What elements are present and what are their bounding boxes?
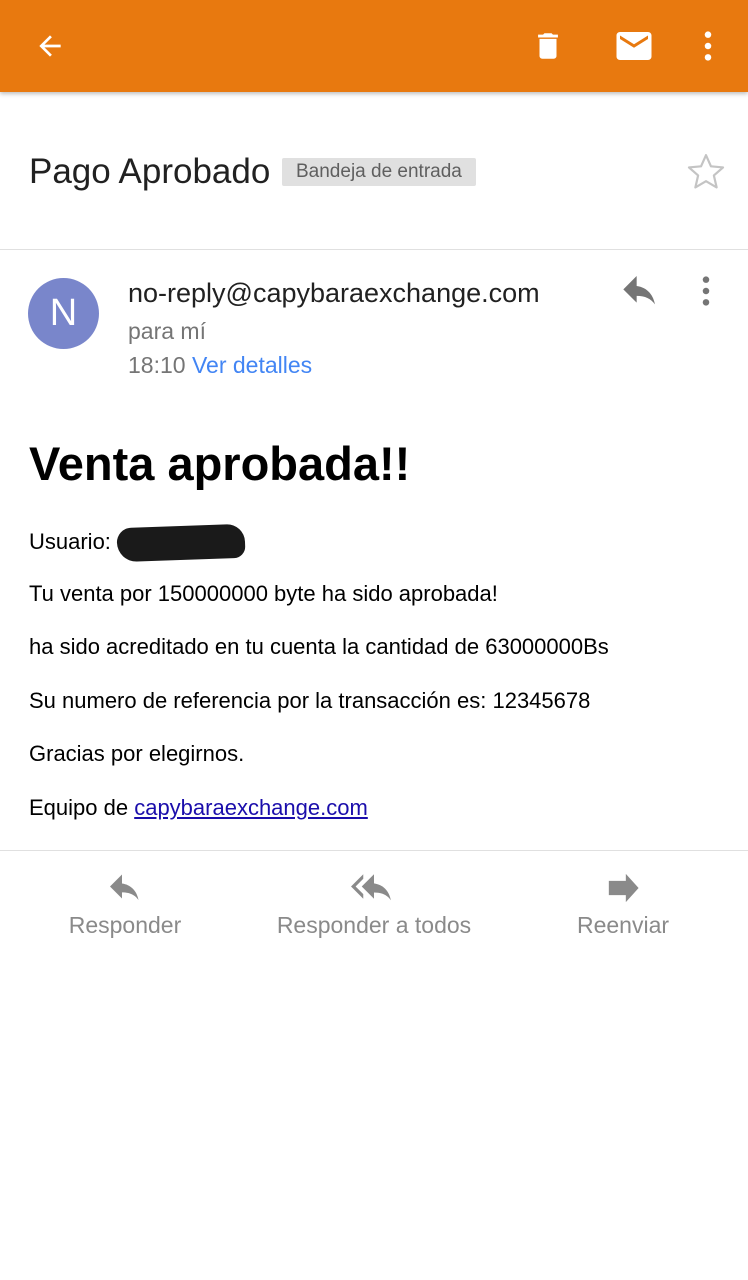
avatar[interactable]: N [28, 278, 99, 349]
more-vert-icon [702, 276, 710, 306]
message-more-button[interactable] [700, 274, 726, 314]
site-link[interactable]: capybaraexchange.com [134, 795, 368, 820]
envelope-icon [616, 32, 652, 60]
forward-button[interactable]: Reenviar [570, 872, 676, 939]
more-vert-icon [704, 31, 712, 61]
signature-line: Equipo de capybaraexchange.com [29, 795, 368, 821]
reply-all-button[interactable]: Responder a todos [266, 872, 482, 939]
mark-unread-button[interactable] [602, 0, 666, 92]
more-options-button[interactable] [676, 0, 740, 92]
email-subject: Pago Aprobado [29, 152, 271, 191]
forward-icon [608, 873, 639, 903]
reply-icon [623, 276, 655, 305]
trash-icon [538, 33, 558, 59]
user-label: Usuario: [29, 528, 111, 554]
body-line-sale: Tu venta por 150000000 byte ha sido apro… [29, 581, 498, 606]
body-line-thanks: Gracias por elegirnos. [29, 741, 245, 766]
arrow-left-icon [39, 35, 61, 57]
divider [0, 850, 748, 851]
body-line-credit: ha sido acreditado en tu cuenta la canti… [29, 634, 609, 659]
body-heading: Venta aprobada!! [29, 437, 411, 490]
delete-button[interactable] [516, 0, 580, 92]
reply-label: Responder [68, 912, 182, 938]
inbox-label-chip[interactable]: Bandeja de entrada [282, 158, 476, 186]
recipient-label: para mí [128, 318, 206, 344]
user-line: Usuario: [29, 523, 246, 563]
signature-prefix: Equipo de [29, 795, 135, 820]
star-outline-icon [687, 154, 725, 189]
app-bar [0, 0, 748, 92]
body-line-reference: Su numero de referencia por la transacci… [29, 688, 591, 713]
time-row: 18:10 Ver detalles [128, 352, 312, 379]
forward-label: Reenviar [576, 912, 670, 938]
back-button[interactable] [18, 0, 82, 92]
reply-all-icon [351, 874, 391, 901]
redacted-username [116, 523, 246, 563]
star-button[interactable] [684, 150, 728, 194]
reply-button[interactable]: Responder [60, 872, 190, 939]
sender-address: no-reply@capybaraexchange.com [128, 278, 540, 308]
message-time: 18:10 [128, 352, 186, 378]
quick-reply-button[interactable] [620, 274, 664, 314]
reply-all-label: Responder a todos [276, 912, 472, 938]
view-details-link[interactable]: Ver detalles [192, 352, 312, 378]
reply-icon [110, 874, 139, 900]
